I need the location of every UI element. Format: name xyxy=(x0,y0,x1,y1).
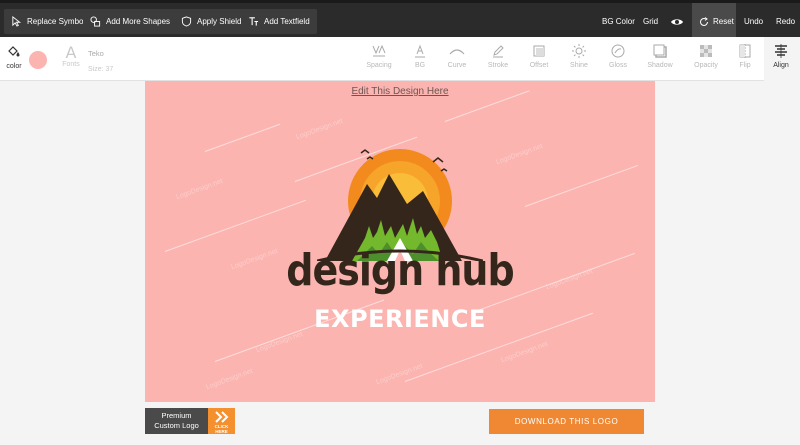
color-tool[interactable]: color xyxy=(4,44,24,70)
offset-label: Offset xyxy=(529,62,549,69)
stroke-label: Stroke xyxy=(487,62,509,69)
premium-line1: Premium xyxy=(161,411,192,420)
spacing-tool[interactable]: Spacing xyxy=(359,43,399,69)
bg-color-button[interactable]: BG Color xyxy=(596,9,641,34)
grid-label: Grid xyxy=(643,17,659,26)
offset-icon xyxy=(533,45,545,57)
shine-label: Shine xyxy=(570,62,588,69)
preview-button[interactable] xyxy=(664,9,690,34)
reset-button[interactable]: Reset xyxy=(693,9,740,34)
cursor-icon xyxy=(12,16,22,27)
watermark-text: LogoDesign.net xyxy=(205,367,254,392)
checkerboard-icon xyxy=(700,45,712,57)
text-icon xyxy=(249,17,259,26)
add-textfield-button[interactable]: Add Textfield xyxy=(241,9,317,34)
font-size-label: Size: 37 xyxy=(88,66,114,73)
bg-label: BG xyxy=(414,62,426,69)
add-textfield-label: Add Textfield xyxy=(264,17,310,26)
add-more-shapes-label: Add More Shapes xyxy=(106,17,171,26)
properties-toolbar: color A Fonts Teko Size: 37 Spacing BG C… xyxy=(0,37,800,81)
font-name: Teko xyxy=(88,49,104,58)
color-swatch[interactable] xyxy=(29,51,47,69)
premium-text: Premium Custom Logo xyxy=(145,408,208,434)
opacity-label: Opacity xyxy=(694,62,718,69)
shine-tool[interactable]: Shine xyxy=(559,43,599,69)
offset-tool[interactable]: Offset xyxy=(519,43,559,69)
spacing-icon xyxy=(372,44,386,57)
align-icon xyxy=(775,44,787,58)
logo-company-name[interactable]: design hub xyxy=(145,245,655,296)
opacity-tool[interactable]: Opacity xyxy=(686,43,726,69)
replace-symbol-label: Replace Symbol xyxy=(27,17,86,26)
add-more-shapes-button[interactable]: Add More Shapes xyxy=(83,9,178,34)
curve-icon xyxy=(449,49,465,55)
align-label: Align xyxy=(773,62,789,69)
design-canvas[interactable]: LogoDesign.net LogoDesign.net LogoDesign… xyxy=(145,81,655,402)
fonts-label: Fonts xyxy=(62,61,80,68)
apply-shield-button[interactable]: Apply Shield xyxy=(174,9,249,34)
logo-tagline[interactable]: EXPERIENCE xyxy=(145,305,655,333)
redo-label: Redo xyxy=(776,17,796,26)
edit-design-link[interactable]: Edit This Design Here xyxy=(145,86,655,97)
download-logo-button[interactable]: DOWNLOAD THIS LOGO xyxy=(489,409,644,434)
sun-icon xyxy=(572,44,586,58)
curve-label: Curve xyxy=(447,62,467,69)
apply-shield-label: Apply Shield xyxy=(197,17,242,26)
premium-line2: Custom Logo xyxy=(154,421,199,430)
stroke-tool[interactable]: Stroke xyxy=(478,43,518,69)
premium-custom-logo-banner[interactable]: Premium Custom Logo CLICK HERE xyxy=(145,408,235,434)
reset-label: Reset xyxy=(713,17,734,26)
bg-tool[interactable]: BG xyxy=(400,43,440,69)
watermark-text: LogoDesign.net xyxy=(295,117,344,142)
click-here-label: CLICK HERE xyxy=(214,424,229,434)
shapes-icon xyxy=(90,16,101,27)
gloss-tool[interactable]: Gloss xyxy=(598,43,638,69)
spacing-label: Spacing xyxy=(366,62,392,69)
curve-tool[interactable]: Curve xyxy=(437,43,477,69)
eye-icon xyxy=(671,18,683,25)
shadow-icon xyxy=(653,44,667,58)
align-tool[interactable]: Align xyxy=(761,43,800,69)
flip-label: Flip xyxy=(739,62,751,69)
fonts-tool[interactable]: A Fonts xyxy=(60,43,82,69)
flip-icon xyxy=(739,44,751,58)
bg-color-label: BG Color xyxy=(602,17,635,26)
letter-bg-icon xyxy=(415,44,425,58)
grid-button[interactable]: Grid xyxy=(637,9,664,34)
shield-icon xyxy=(181,16,192,27)
flip-tool[interactable]: Flip xyxy=(725,43,765,69)
undo-button[interactable]: Undo xyxy=(738,9,769,34)
replace-symbol-button[interactable]: Replace Symbol xyxy=(4,9,93,34)
double-chevron-right-icon xyxy=(214,411,228,423)
top-toolbar: Replace Symbol Add More Shapes Apply Shi… xyxy=(0,0,800,40)
redo-button[interactable]: Redo xyxy=(770,9,800,34)
paint-bucket-icon xyxy=(8,46,20,57)
watermark-stripe xyxy=(524,164,638,207)
pen-icon xyxy=(493,45,504,58)
font-icon: A xyxy=(65,43,77,62)
shadow-tool[interactable]: Shadow xyxy=(640,43,680,69)
watermark-stripe xyxy=(204,123,281,152)
watermark-text: LogoDesign.net xyxy=(175,177,224,202)
undo-label: Undo xyxy=(744,17,764,26)
watermark-text: LogoDesign.net xyxy=(495,142,544,167)
reset-icon xyxy=(700,16,708,26)
gloss-label: Gloss xyxy=(609,62,627,69)
shadow-label: Shadow xyxy=(647,62,673,69)
watermark-text: LogoDesign.net xyxy=(375,362,424,387)
gloss-icon xyxy=(611,44,625,58)
click-here-button[interactable]: CLICK HERE xyxy=(208,408,235,434)
color-label: color xyxy=(6,63,22,70)
